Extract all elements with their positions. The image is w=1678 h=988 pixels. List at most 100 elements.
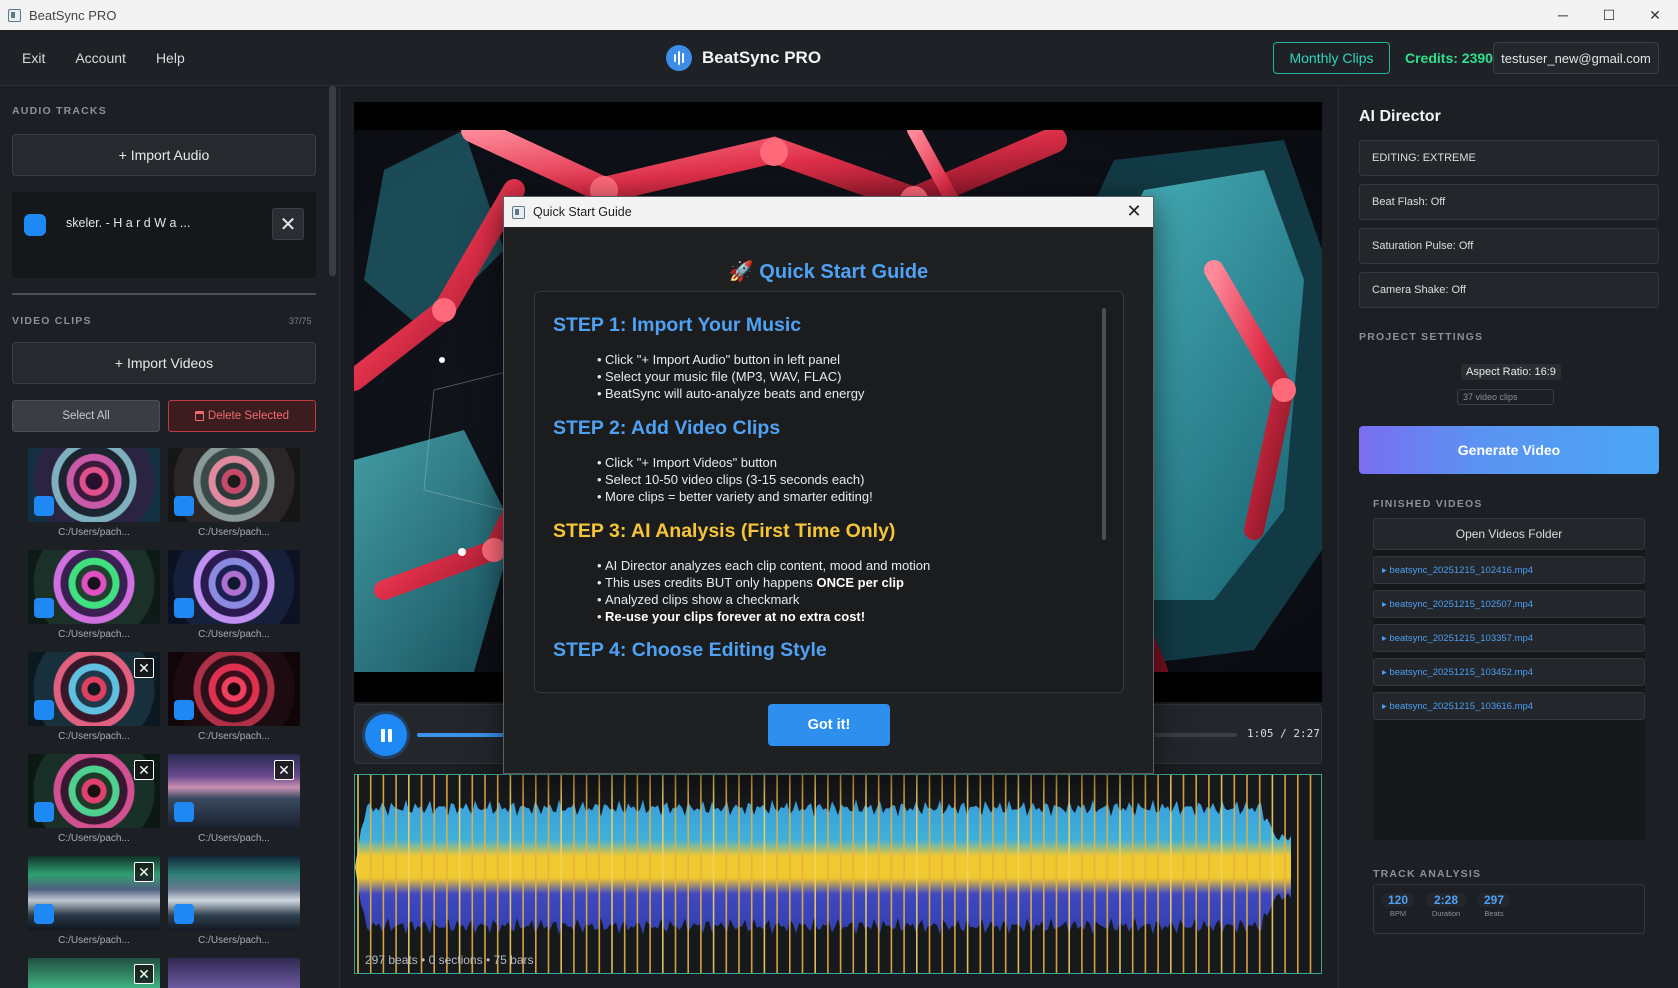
finished-video-item[interactable]: ▸ beatsync_20251215_103616.mp4 [1373,692,1645,720]
pause-button[interactable] [365,714,407,756]
clip-thumbnail[interactable]: ✕ [28,652,160,726]
waveform-caption: 297 beats • 0 sections • 75 bars [365,953,534,967]
clip-thumbnail[interactable] [168,856,300,930]
waveform-graph [355,775,1312,973]
guide-scrollbar[interactable] [1102,308,1106,540]
clip-path: C:/Users/pach... [58,527,130,538]
clip-checkbox[interactable] [174,904,194,924]
waveform[interactable]: 297 beats • 0 sections • 75 bars [354,774,1322,974]
close-window-button[interactable]: ✕ [1632,0,1678,30]
clip-checkbox[interactable] [34,802,54,822]
clip-thumbnail[interactable] [168,652,300,726]
stat-label: Duration [1431,909,1461,918]
clip-checkbox[interactable] [174,802,194,822]
step-title: STEP 2: Add Video Clips [553,417,781,439]
clip-checkbox[interactable] [34,598,54,618]
clip-path: C:/Users/pach... [58,731,130,742]
stat-value: 2:28 [1426,893,1466,907]
clip-path: C:/Users/pach... [198,527,270,538]
left-panel-scrollbar[interactable] [329,86,336,276]
clip-thumbnail[interactable]: ✕ [28,958,160,988]
delete-selected-button[interactable]: Delete Selected [168,400,316,432]
beat-flash-toggle[interactable]: Beat Flash: Off [1359,184,1659,220]
clip-checkbox[interactable] [34,496,54,516]
finished-video-item[interactable]: ▸ beatsync_20251215_102416.mp4 [1373,556,1645,584]
quick-start-dialog: Quick Start Guide ✕ 🚀 Quick Start Guide … [503,196,1154,774]
clip-thumbnail[interactable] [168,550,300,624]
clip-checkbox[interactable] [174,496,194,516]
clip-thumbnail[interactable]: ✕ [168,754,300,828]
track-analysis-box: 120 BPM 2:28 Duration 297 Beats [1373,884,1645,934]
camera-shake-toggle[interactable]: Camera Shake: Off [1359,272,1659,308]
clip-checkbox[interactable] [34,904,54,924]
time-readout: 1:05 / 2:27 [1247,727,1320,740]
clip-checkbox[interactable] [34,700,54,720]
clip-thumbnail[interactable] [168,958,300,988]
remove-clip-icon[interactable]: ✕ [134,964,154,984]
remove-clip-icon[interactable]: ✕ [134,760,154,780]
step-item: Select your music file (MP3, WAV, FLAC) [597,368,864,385]
monthly-clips-button[interactable]: Monthly Clips [1273,42,1390,74]
project-settings-label: PROJECT SETTINGS [1359,331,1484,343]
remove-clip-icon[interactable]: ✕ [274,760,294,780]
minimize-button[interactable]: ─ [1540,0,1586,30]
clip-thumbnail[interactable]: ✕ [28,856,160,930]
audio-track-card[interactable]: skeler. - H a r d W a ... ✕ [12,192,316,278]
editing-style-select[interactable]: EDITING: EXTREME [1359,140,1659,176]
clip-thumbnail[interactable] [28,448,160,522]
finished-videos-list: Open Videos Folder ▸ beatsync_20251215_1… [1373,518,1645,840]
menu-exit[interactable]: Exit [22,50,45,66]
step-2: STEP 2: Add Video Clips Click "+ Import … [553,417,873,505]
clip-thumbnail[interactable] [168,448,300,522]
dialog-close-button[interactable]: ✕ [1123,200,1145,222]
step-title: STEP 4: Choose Editing Style [553,639,827,661]
credits-display: Credits: 2390 [1405,50,1493,66]
audio-tracks-label: AUDIO TRACKS [12,105,107,117]
track-color-indicator [24,214,46,236]
import-audio-button[interactable]: + Import Audio [12,134,316,176]
brand-title: BeatSync PRO [702,48,822,67]
clip-thumbnail[interactable] [28,550,160,624]
delete-selected-label: Delete Selected [207,410,290,422]
saturation-pulse-toggle[interactable]: Saturation Pulse: Off [1359,228,1659,264]
bpm-stat: 120 BPM [1382,893,1414,918]
clip-path: C:/Users/pach... [198,935,270,946]
remove-clip-icon[interactable]: ✕ [134,658,154,678]
guide-heading: 🚀 Quick Start Guide [728,261,929,283]
step-item: Select 10-50 video clips (3-15 seconds e… [597,471,873,488]
open-videos-folder-button[interactable]: Open Videos Folder [1373,518,1645,550]
maximize-button[interactable]: ☐ [1586,0,1632,30]
clip-count: 37/75 [289,316,312,326]
menu-help[interactable]: Help [156,50,185,66]
step-item: Click "+ Import Audio" button in left pa… [597,351,864,368]
got-it-button[interactable]: Got it! [768,704,890,746]
step-item: Re-use your clips forever at no extra co… [597,608,930,625]
brand: BeatSync PRO [666,30,821,86]
clip-thumbnail[interactable]: ✕ [28,754,160,828]
remove-clip-icon[interactable]: ✕ [134,862,154,882]
account-email-button[interactable]: testuser_new@gmail.com [1493,42,1659,74]
clip-count-pill: 37 video clips [1457,389,1554,405]
select-all-button[interactable]: Select All [12,400,160,432]
clip-path: C:/Users/pach... [198,629,270,640]
stat-label: Beats [1484,909,1504,918]
remove-track-button[interactable]: ✕ [272,208,304,240]
clip-checkbox[interactable] [174,700,194,720]
clip-path: C:/Users/pach... [58,629,130,640]
ai-director-title: AI Director [1359,108,1441,125]
finished-video-item[interactable]: ▸ beatsync_20251215_102507.mp4 [1373,590,1645,618]
generate-video-button[interactable]: Generate Video [1359,426,1659,474]
step-title: STEP 3: AI Analysis (First Time Only) [553,520,896,542]
import-videos-button[interactable]: + Import Videos [12,342,316,384]
dialog-window-icon [512,205,525,219]
aspect-ratio-badge[interactable]: Aspect Ratio: 16:9 [1461,364,1561,380]
menu-account[interactable]: Account [75,50,126,66]
finished-video-item[interactable]: ▸ beatsync_20251215_103452.mp4 [1373,658,1645,686]
pause-icon [380,728,385,742]
clip-checkbox[interactable] [174,598,194,618]
clip-path: C:/Users/pach... [58,935,130,946]
finished-video-item[interactable]: ▸ beatsync_20251215_103357.mp4 [1373,624,1645,652]
step-1: STEP 1: Import Your Music Click "+ Impor… [553,314,864,402]
stat-value: 120 [1382,893,1414,907]
finished-videos-label: FINISHED VIDEOS [1373,498,1483,510]
